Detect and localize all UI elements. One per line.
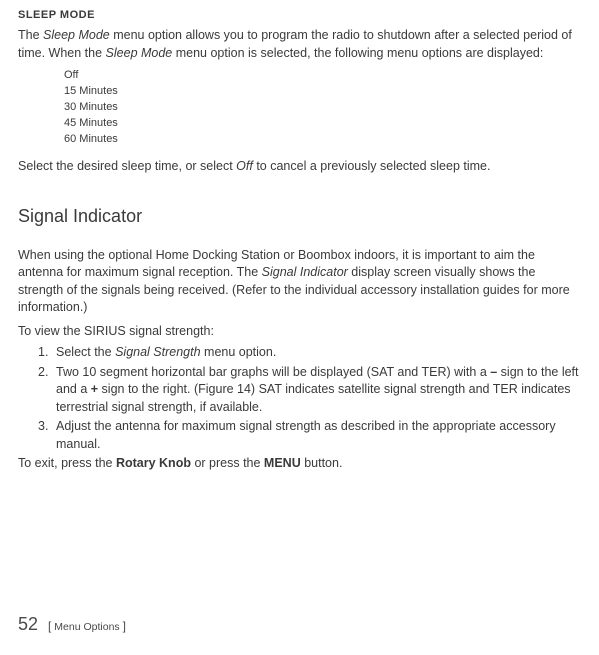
step-number: 1.: [38, 344, 56, 362]
text: to cancel a previously selected sleep ti…: [253, 159, 491, 173]
heading-signal-indicator: Signal Indicator: [18, 204, 581, 229]
sleep-options-list: Off 15 Minutes 30 Minutes 45 Minutes 60 …: [64, 68, 581, 148]
step-number: 2.: [38, 364, 56, 417]
text: To exit, press the: [18, 456, 116, 470]
text: The: [18, 28, 43, 42]
footer-section-label: [ Menu Options ]: [48, 618, 126, 635]
sleep-intro-paragraph: The Sleep Mode menu option allows you to…: [18, 27, 581, 62]
sleep-option: 15 Minutes: [64, 84, 581, 100]
text: Select the desired sleep time, or select: [18, 159, 236, 173]
bracket-close: ]: [123, 619, 126, 633]
text: or press the: [191, 456, 264, 470]
step-item: 1. Select the Signal Strength menu optio…: [38, 344, 581, 362]
emphasis-signal-indicator: Signal Indicator: [262, 265, 348, 279]
text: Adjust the antenna for maximum signal st…: [56, 419, 556, 451]
sleep-option: 30 Minutes: [64, 100, 581, 116]
text: sign to the right. (Figure 14) SAT indic…: [56, 382, 571, 414]
text: menu option.: [201, 345, 277, 359]
sleep-option: 45 Minutes: [64, 116, 581, 132]
sleep-option: Off: [64, 68, 581, 84]
step-number: 3.: [38, 418, 56, 453]
footer-label-text: Menu Options: [51, 621, 122, 633]
text: menu option is selected, the following m…: [172, 46, 543, 60]
emphasis-sleep-mode: Sleep Mode: [106, 46, 173, 60]
steps-list: 1. Select the Signal Strength menu optio…: [38, 344, 581, 453]
sleep-outro-paragraph: Select the desired sleep time, or select…: [18, 158, 581, 176]
emphasis-signal-strength: Signal Strength: [115, 345, 200, 359]
step-body: Adjust the antenna for maximum signal st…: [56, 418, 581, 453]
bold-rotary-knob: Rotary Knob: [116, 456, 191, 470]
emphasis-off: Off: [236, 159, 253, 173]
page-footer: 52 [ Menu Options ]: [18, 612, 126, 637]
bold-plus: +: [91, 382, 98, 396]
step-body: Select the Signal Strength menu option.: [56, 344, 581, 362]
text: Two 10 segment horizontal bar graphs wil…: [56, 365, 490, 379]
emphasis-sleep-mode: Sleep Mode: [43, 28, 110, 42]
signal-view-line: To view the SIRIUS signal strength:: [18, 323, 581, 341]
heading-sleep-mode: SLEEP MODE: [18, 8, 581, 23]
step-item: 2. Two 10 segment horizontal bar graphs …: [38, 364, 581, 417]
sleep-option: 60 Minutes: [64, 132, 581, 148]
text: Select the: [56, 345, 115, 359]
step-item: 3. Adjust the antenna for maximum signal…: [38, 418, 581, 453]
step-body: Two 10 segment horizontal bar graphs wil…: [56, 364, 581, 417]
text: button.: [301, 456, 343, 470]
signal-exit-paragraph: To exit, press the Rotary Knob or press …: [18, 455, 581, 473]
signal-intro-paragraph: When using the optional Home Docking Sta…: [18, 247, 581, 317]
page-number: 52: [18, 612, 38, 637]
bold-menu: MENU: [264, 456, 301, 470]
